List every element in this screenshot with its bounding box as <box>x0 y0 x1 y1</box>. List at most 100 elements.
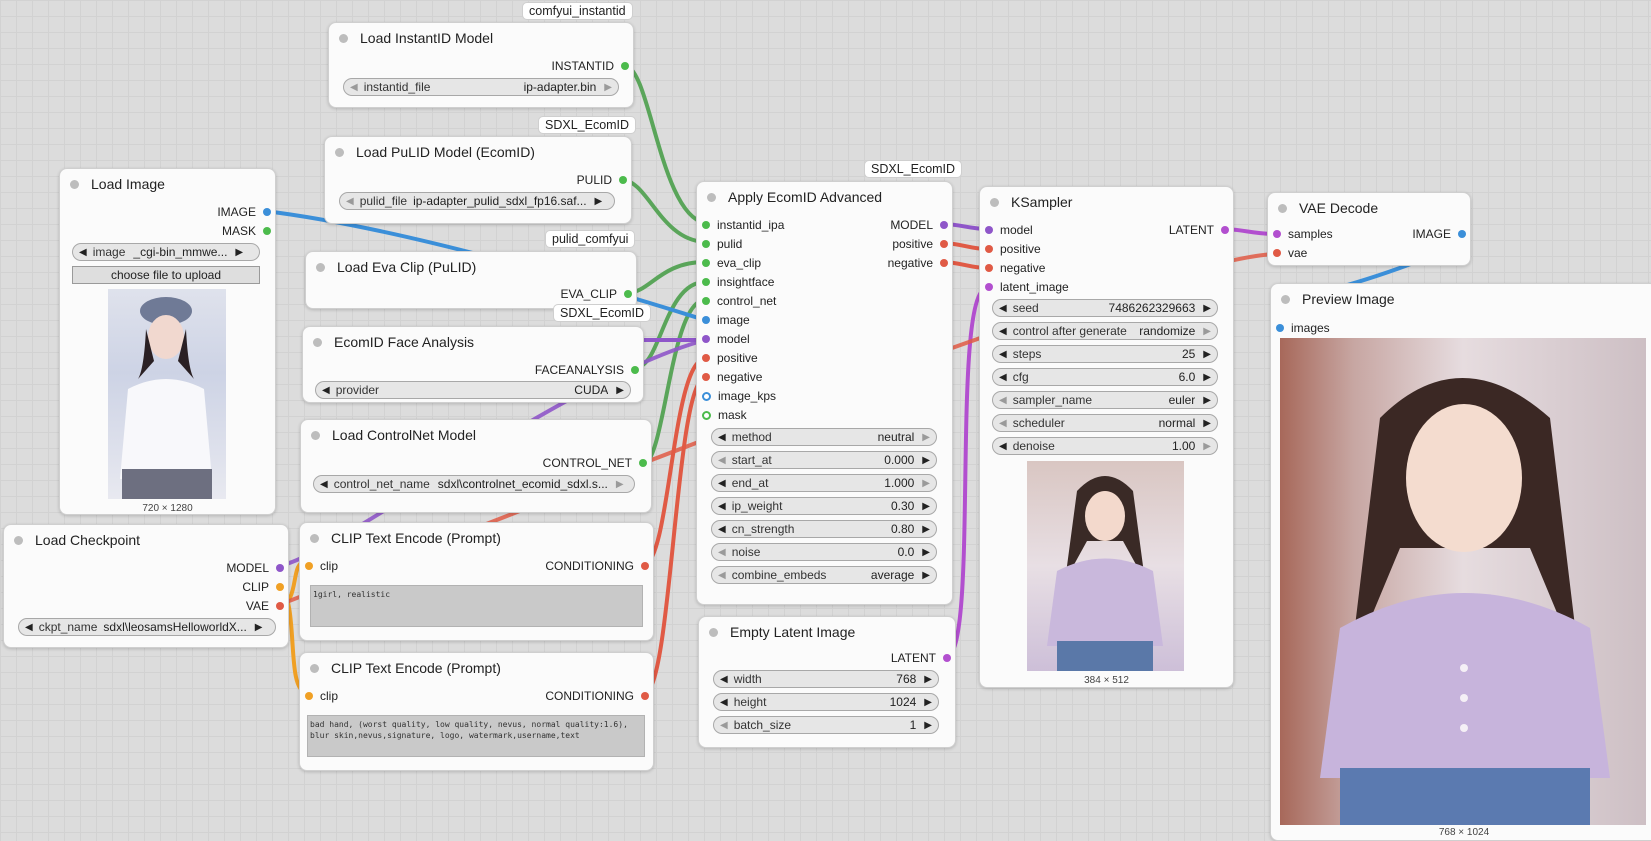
output-control-net[interactable]: CONTROL_NET <box>543 456 647 470</box>
collapse-dot-icon[interactable] <box>335 147 344 157</box>
collapse-dot-icon[interactable] <box>1278 203 1287 213</box>
prompt-text-positive[interactable]: 1girl, realistic <box>310 585 643 627</box>
widget-combine-embeds[interactable]: ◀ combine_embeds average ▶ <box>711 566 937 584</box>
output-conditioning[interactable]: CONDITIONING <box>545 689 649 703</box>
output-negative[interactable]: negative <box>888 256 948 270</box>
widget-steps[interactable]: ◀ steps 25 ▶ <box>992 345 1218 363</box>
port-dot-icon[interactable] <box>985 226 993 234</box>
arrow-left-icon[interactable]: ◀ <box>999 418 1007 429</box>
arrow-right-icon[interactable]: ▶ <box>922 547 930 558</box>
input-images[interactable]: images <box>1276 321 1330 335</box>
output-latent[interactable]: LATENT <box>891 651 951 665</box>
node-header[interactable]: CLIP Text Encode (Prompt) <box>300 523 653 553</box>
node-header[interactable]: Load InstantID Model <box>329 23 633 53</box>
input-model[interactable]: model <box>702 332 750 346</box>
input-image[interactable]: image <box>702 313 750 327</box>
node-header[interactable]: Empty Latent Image <box>699 617 955 647</box>
widget-cfg[interactable]: ◀ cfg 6.0 ▶ <box>992 368 1218 386</box>
input-model[interactable]: model <box>985 223 1033 237</box>
arrow-left-icon[interactable]: ◀ <box>999 395 1007 406</box>
widget-end-at[interactable]: ◀ end_at 1.000 ▶ <box>711 474 937 492</box>
collapse-dot-icon[interactable] <box>70 179 79 189</box>
widget-seed[interactable]: ◀ seed 7486262329663 ▶ <box>992 299 1218 317</box>
output-clip[interactable]: CLIP <box>242 580 284 594</box>
input-samples[interactable]: samples <box>1273 227 1333 241</box>
output-vae[interactable]: VAE <box>246 599 284 613</box>
node-clip-text-encode-positive[interactable]: CLIP Text Encode (Prompt) clip CONDITION… <box>299 522 654 641</box>
node-header[interactable]: Load Checkpoint <box>4 525 288 555</box>
port-dot-icon[interactable] <box>276 583 284 591</box>
node-preview-image[interactable]: Preview Image images 768 × 1024 <box>1270 283 1651 841</box>
node-header[interactable]: VAE Decode <box>1268 193 1470 223</box>
port-dot-icon[interactable] <box>702 354 710 362</box>
node-clip-text-encode-negative[interactable]: CLIP Text Encode (Prompt) clip CONDITION… <box>299 652 654 771</box>
node-load-image[interactable]: Load Image IMAGE MASK ◀ image _cgi-bin_mmw… <box>59 168 276 515</box>
arrow-left-icon[interactable]: ◀ <box>720 697 728 708</box>
node-vae-decode[interactable]: VAE Decode samples vae IMAGE <box>1267 192 1471 266</box>
arrow-right-icon[interactable]: ▶ <box>1203 349 1211 360</box>
collapse-dot-icon[interactable] <box>1281 294 1290 304</box>
input-insightface[interactable]: insightface <box>702 275 774 289</box>
widget-image-file[interactable]: ◀ image _cgi-bin_mmwe... ▶ <box>72 243 260 261</box>
node-header[interactable]: Apply EcomID Advanced <box>697 182 952 212</box>
input-negative[interactable]: negative <box>702 370 762 384</box>
node-apply-ecomid-advanced[interactable]: Apply EcomID Advanced instantid_ipa puli… <box>696 181 953 605</box>
input-clip[interactable]: clip <box>305 559 338 573</box>
node-empty-latent-image[interactable]: Empty Latent Image LATENT ◀ width 768 ▶ ◀ he… <box>698 616 956 748</box>
collapse-dot-icon[interactable] <box>14 535 23 545</box>
output-faceanalysis[interactable]: FACEANALYSIS <box>535 363 639 377</box>
port-dot-icon[interactable] <box>943 654 951 662</box>
output-latent[interactable]: LATENT <box>1169 223 1229 237</box>
port-dot-icon[interactable] <box>1273 249 1281 257</box>
arrow-right-icon[interactable]: ▶ <box>604 82 612 93</box>
input-latent-image[interactable]: latent_image <box>985 280 1069 294</box>
arrow-right-icon[interactable]: ▶ <box>924 674 932 685</box>
port-dot-icon[interactable] <box>631 366 639 374</box>
arrow-left-icon[interactable]: ◀ <box>720 720 728 731</box>
port-dot-icon[interactable] <box>263 208 271 216</box>
port-dot-icon[interactable] <box>940 221 948 229</box>
port-dot-icon[interactable] <box>1458 230 1466 238</box>
port-dot-icon[interactable] <box>702 240 710 248</box>
output-model[interactable]: MODEL <box>226 561 284 575</box>
input-image-kps[interactable]: image_kps <box>702 389 776 403</box>
arrow-right-icon[interactable]: ▶ <box>924 697 932 708</box>
arrow-left-icon[interactable]: ◀ <box>718 478 726 489</box>
node-header[interactable]: EcomID Face Analysis <box>303 327 643 357</box>
collapse-dot-icon[interactable] <box>316 262 325 272</box>
widget-control-net-name[interactable]: ◀ control_net_name sdxl\controlnet_ecomid_… <box>313 475 635 493</box>
collapse-dot-icon[interactable] <box>990 197 999 207</box>
arrow-right-icon[interactable]: ▶ <box>1203 326 1211 337</box>
arrow-right-icon[interactable]: ▶ <box>924 720 932 731</box>
arrow-left-icon[interactable]: ◀ <box>346 196 354 207</box>
arrow-left-icon[interactable]: ◀ <box>718 570 726 581</box>
input-clip[interactable]: clip <box>305 689 338 703</box>
port-dot-icon[interactable] <box>1273 230 1281 238</box>
output-image[interactable]: IMAGE <box>1412 227 1466 241</box>
arrow-left-icon[interactable]: ◀ <box>25 622 33 633</box>
widget-pulid-file[interactable]: ◀ pulid_file ip-adapter_pulid_sdxl_fp16.sa… <box>339 192 615 210</box>
widget-scheduler[interactable]: ◀ scheduler normal ▶ <box>992 414 1218 432</box>
arrow-right-icon[interactable]: ▶ <box>922 432 930 443</box>
port-dot-icon[interactable] <box>702 221 710 229</box>
port-dot-icon[interactable] <box>702 335 710 343</box>
arrow-right-icon[interactable]: ▶ <box>1203 395 1211 406</box>
arrow-left-icon[interactable]: ◀ <box>720 674 728 685</box>
port-dot-icon[interactable] <box>621 62 629 70</box>
arrow-left-icon[interactable]: ◀ <box>999 349 1007 360</box>
output-conditioning[interactable]: CONDITIONING <box>545 559 649 573</box>
port-dot-icon[interactable] <box>702 391 711 401</box>
node-ksampler[interactable]: KSampler model positive negative latent_… <box>979 186 1234 688</box>
arrow-left-icon[interactable]: ◀ <box>718 524 726 535</box>
port-dot-icon[interactable] <box>702 297 710 305</box>
arrow-right-icon[interactable]: ▶ <box>616 385 624 396</box>
node-load-controlnet[interactable]: Load ControlNet Model CONTROL_NET ◀ contr… <box>300 419 652 513</box>
node-header[interactable]: Load ControlNet Model <box>301 420 651 450</box>
arrow-right-icon[interactable]: ▶ <box>235 247 243 258</box>
arrow-right-icon[interactable]: ▶ <box>595 196 603 207</box>
input-mask[interactable]: mask <box>702 408 747 422</box>
port-dot-icon[interactable] <box>702 410 711 420</box>
widget-height[interactable]: ◀ height 1024 ▶ <box>713 693 939 711</box>
port-dot-icon[interactable] <box>702 259 710 267</box>
widget-width[interactable]: ◀ width 768 ▶ <box>713 670 939 688</box>
